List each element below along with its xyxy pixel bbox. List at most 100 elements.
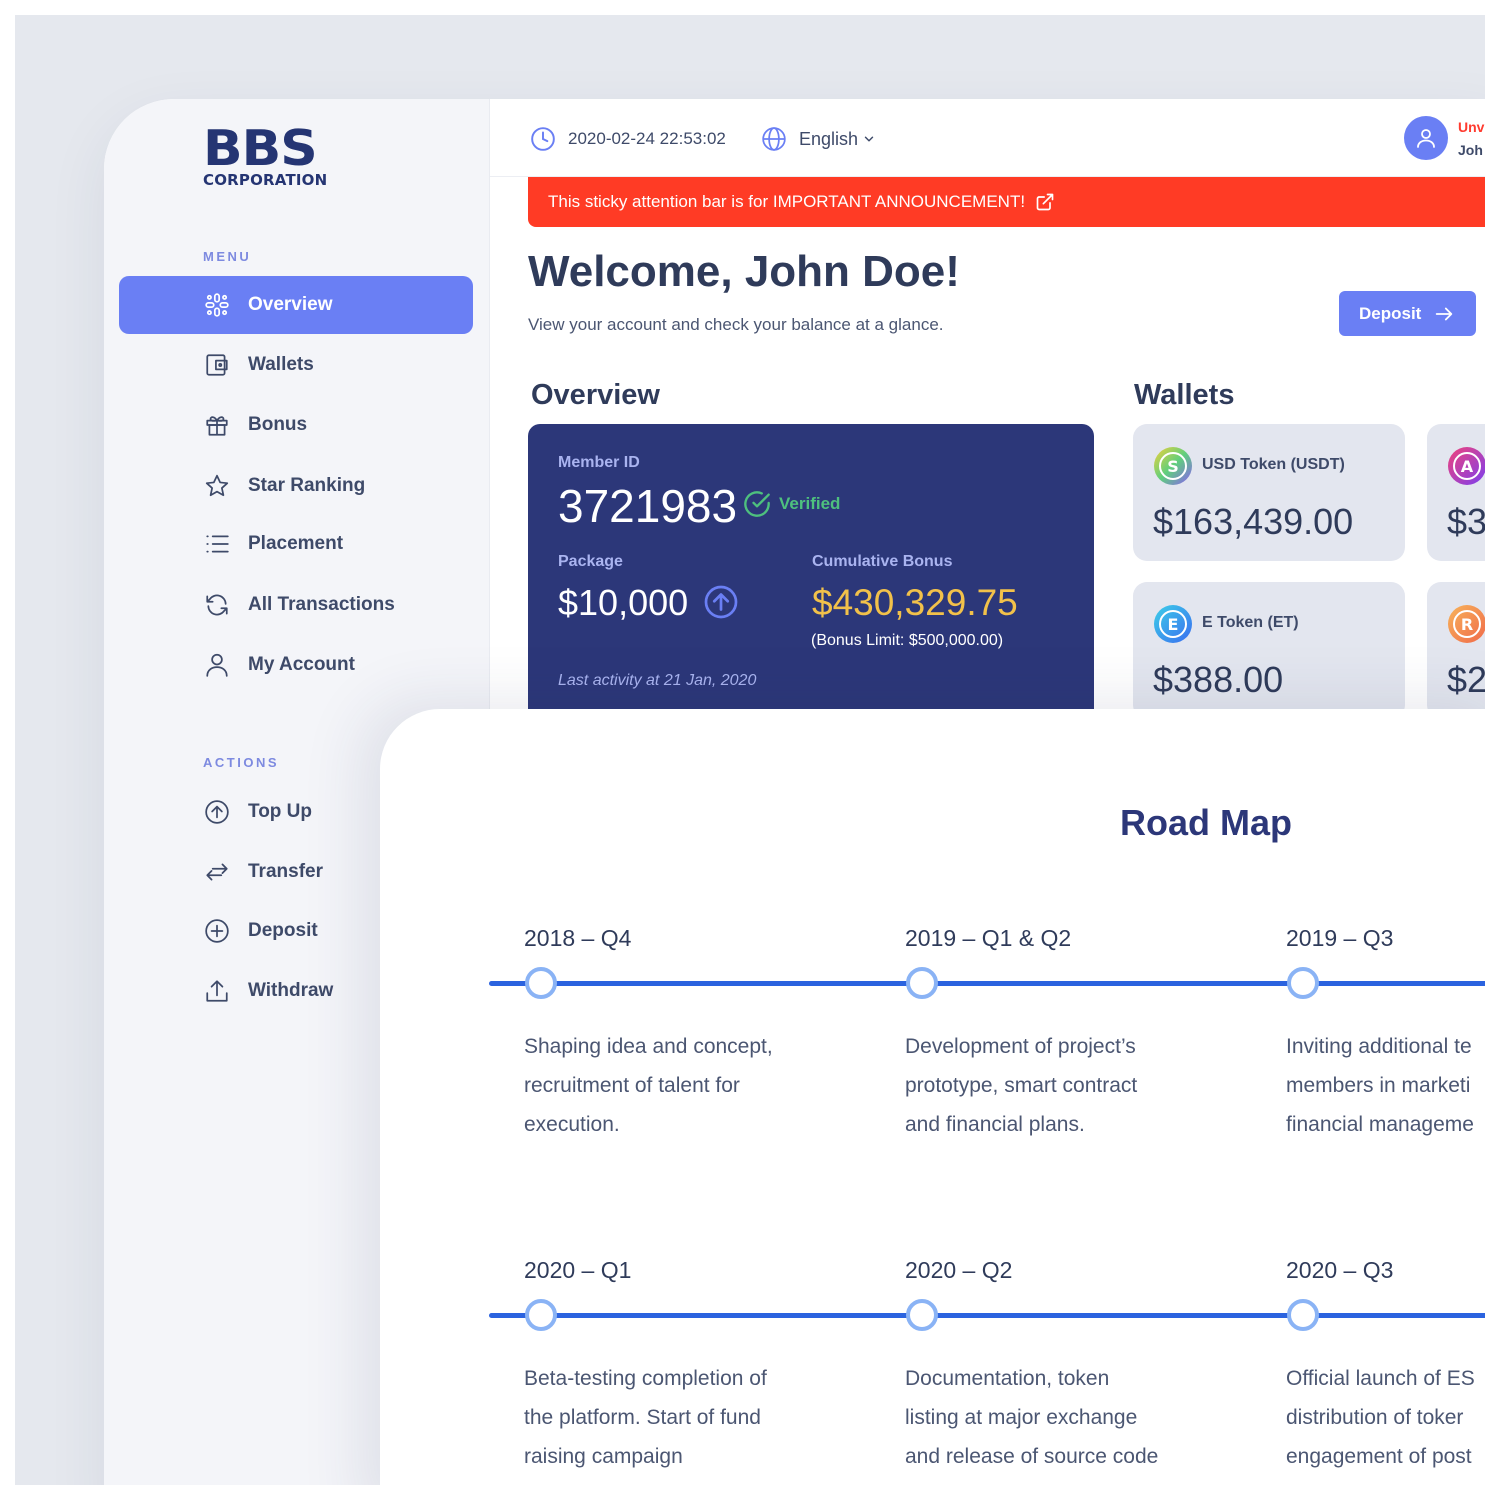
sidebar-item-label: Transfer — [248, 861, 323, 882]
milestone-line: distribution of toker — [1286, 1406, 1464, 1429]
page-subtitle: View your account and check your balance… — [528, 315, 944, 334]
clock-icon — [530, 126, 556, 152]
milestone-description: Beta-testing completion of the platform.… — [524, 1359, 824, 1476]
milestone-quarter: 2019 – Q1 & Q2 — [905, 925, 1072, 951]
sidebar-item-placement[interactable]: Placement — [119, 515, 473, 573]
gift-icon — [204, 412, 230, 438]
coin-icon: R — [1447, 604, 1485, 644]
milestone-line: and release of source code — [905, 1445, 1159, 1468]
timeline-dot — [525, 1299, 557, 1331]
refresh-icon — [204, 592, 230, 618]
roadmap-title: Road Map — [1120, 802, 1293, 843]
wallets-heading: Wallets — [1134, 379, 1235, 411]
sidebar-item-label: Bonus — [248, 414, 308, 435]
sidebar-item-label: Top Up — [248, 801, 313, 822]
plus-circle-icon — [204, 918, 230, 944]
top-bar: 2020-02-24 22:53:02 English Unv Joh — [490, 99, 1485, 177]
sidebar-item-label: Placement — [248, 533, 344, 554]
milestone-line: the platform. Start of fund — [524, 1406, 761, 1429]
deposit-button-label: Deposit — [1359, 303, 1422, 323]
avatar[interactable] — [1404, 116, 1448, 160]
user-avatar-icon — [1417, 129, 1435, 148]
package-value: $10,000 — [558, 582, 689, 623]
milestone-line: prototype, smart contract — [905, 1074, 1138, 1097]
sidebar-item-label: Wallets — [248, 354, 314, 375]
milestone-line: raising campaign — [524, 1445, 683, 1468]
milestone-line: Development of project’s — [905, 1035, 1136, 1058]
milestone-line: recruitment of talent for — [524, 1074, 740, 1097]
wallet-card-usdt[interactable]: S USD Token (USDT) $163,439.00 — [1133, 424, 1405, 561]
member-id-label: Member ID — [558, 454, 640, 471]
announcement-bar[interactable]: This sticky attention bar is for IMPORTA… — [528, 177, 1485, 227]
sidebar-item-star-ranking[interactable]: Star Ranking — [119, 457, 473, 515]
menu-section-label: MENU — [203, 249, 252, 264]
milestone-description: Official launch of ES distribution of to… — [1286, 1359, 1485, 1476]
last-activity: Last activity at 21 Jan, 2020 — [558, 672, 757, 689]
wallet-balance: $163,439.00 — [1153, 501, 1354, 542]
company-logo[interactable]: BBS CORPORATION — [203, 123, 327, 189]
upload-icon — [204, 978, 230, 1004]
globe-icon[interactable] — [761, 126, 787, 152]
svg-text:R: R — [1461, 615, 1473, 634]
svg-text:S: S — [1167, 457, 1179, 476]
actions-section-label: ACTIONS — [203, 755, 279, 770]
list-icon — [204, 531, 230, 557]
announcement-text: This sticky attention bar is for IMPORTA… — [548, 192, 1026, 211]
milestone-line: engagement of post — [1286, 1445, 1472, 1468]
overview-heading: Overview — [531, 379, 660, 411]
milestone-line: Documentation, token — [905, 1367, 1110, 1390]
sidebar-item-wallets[interactable]: Wallets — [119, 336, 473, 394]
wallet-card-4[interactable]: R $2 — [1427, 582, 1485, 719]
check-circle-icon — [744, 491, 770, 517]
external-link-icon[interactable] — [1035, 192, 1055, 212]
milestone-line: listing at major exchange — [905, 1406, 1138, 1429]
milestone-line: financial manageme — [1286, 1113, 1474, 1136]
timeline-line — [489, 1313, 1485, 1318]
cumulative-bonus-label: Cumulative Bonus — [812, 553, 953, 570]
language-select[interactable]: English — [799, 129, 858, 150]
milestone-quarter: 2020 – Q1 — [524, 1257, 632, 1283]
sidebar-item-label: My Account — [248, 654, 355, 675]
milestone-quarter: 2020 – Q3 — [1286, 1257, 1394, 1283]
wallet-icon — [204, 352, 230, 378]
current-datetime: 2020-02-24 22:53:02 — [568, 129, 726, 148]
svg-text:E: E — [1168, 615, 1179, 634]
usdt-coin-icon: S — [1153, 446, 1193, 486]
milestone-line: Beta-testing completion of — [524, 1367, 767, 1390]
deposit-button[interactable]: Deposit — [1339, 291, 1476, 336]
milestone-line: execution. — [524, 1113, 620, 1136]
wallet-balance: $2 — [1447, 659, 1485, 700]
milestone-quarter: 2020 – Q2 — [905, 1257, 1013, 1283]
milestone-description: Inviting additional te members in market… — [1286, 1027, 1485, 1144]
cumulative-bonus-value: $430,329.75 — [812, 582, 1018, 623]
sidebar-item-my-account[interactable]: My Account — [119, 636, 473, 694]
milestone-line: Shaping idea and concept, — [524, 1035, 773, 1058]
chevron-down-icon[interactable] — [862, 132, 876, 146]
sidebar-item-all-transactions[interactable]: All Transactions — [119, 576, 473, 634]
sidebar-item-bonus[interactable]: Bonus — [119, 396, 473, 454]
milestone-description: Development of project’s prototype, smar… — [905, 1027, 1205, 1144]
timeline-line — [489, 981, 1485, 986]
user-verification-status: Unv — [1458, 119, 1485, 135]
wallet-card-2[interactable]: A $3 — [1427, 424, 1485, 561]
svg-text:A: A — [1461, 457, 1474, 476]
wallet-name: E Token (ET) — [1202, 614, 1299, 631]
wallet-balance: $388.00 — [1153, 659, 1284, 700]
sidebar-item-label: Deposit — [248, 920, 318, 941]
timeline-dot — [1287, 1299, 1319, 1331]
page-background: BBS CORPORATION MENU Overview Wallets Bo… — [15, 15, 1485, 1485]
transfer-icon — [204, 859, 230, 885]
sidebar-item-label: Overview — [248, 294, 333, 315]
roadmap-panel: Road Map 2018 – Q4 2019 – Q1 & Q2 2019 –… — [380, 709, 1485, 1485]
sidebar-item-overview[interactable]: Overview — [119, 276, 473, 334]
milestone-description: Shaping idea and concept, recruitment of… — [524, 1027, 824, 1144]
upgrade-package-icon[interactable] — [703, 584, 739, 620]
milestone-description: Documentation, token listing at major ex… — [905, 1359, 1205, 1476]
sidebar-item-label: All Transactions — [248, 594, 395, 615]
milestone-quarter: 2019 – Q3 — [1286, 925, 1394, 951]
wallet-card-et[interactable]: E E Token (ET) $388.00 — [1133, 582, 1405, 719]
timeline-dot — [525, 967, 557, 999]
verified-badge: Verified — [743, 490, 840, 518]
user-name: Joh — [1458, 142, 1483, 158]
package-label: Package — [558, 553, 623, 570]
